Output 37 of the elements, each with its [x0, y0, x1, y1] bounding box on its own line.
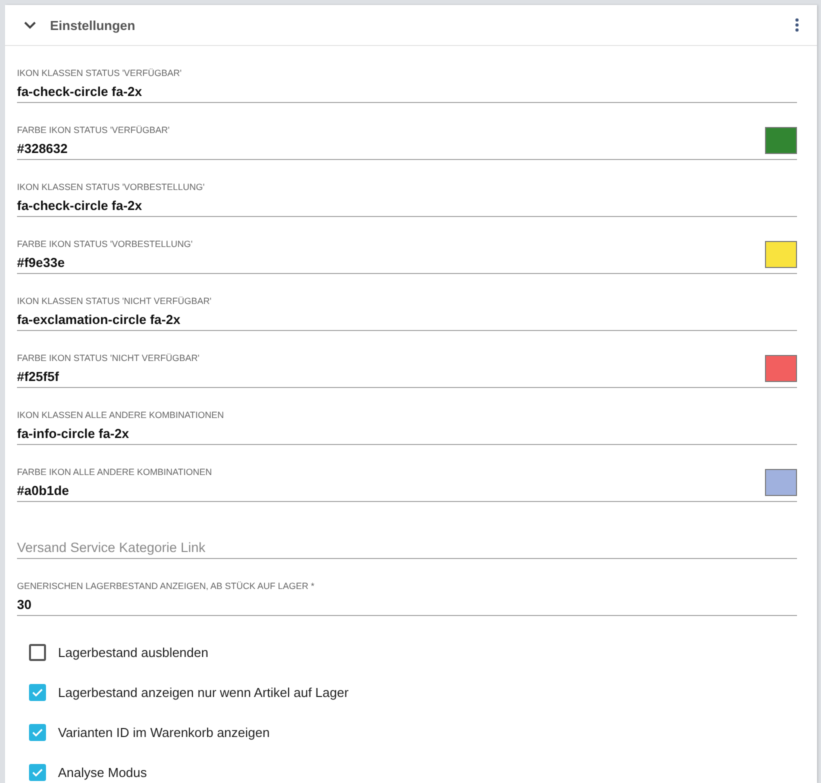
more-icon[interactable] [795, 18, 799, 32]
check-icon [32, 768, 43, 776]
text-field[interactable]: #328632 [17, 137, 765, 159]
checkbox[interactable] [29, 684, 46, 700]
chevron-icon[interactable] [24, 21, 36, 29]
checkbox[interactable] [29, 644, 46, 660]
color-swatch[interactable] [765, 241, 797, 268]
field-label: GENERISCHEN LAGERBESTAND ANZEIGEN, AB STÜCK AUF LAGER * [17, 580, 316, 592]
checkbox-label[interactable]: Varianten ID im Warenkorb anzeigen [58, 724, 270, 740]
check-icon [32, 688, 43, 696]
color-swatch[interactable] [765, 355, 797, 382]
checkbox[interactable] [29, 724, 46, 740]
text-field[interactable]: #a0b1de [17, 479, 765, 501]
field-label: FARBE IKON ALLE ANDERE KOMBINATIONEN [17, 466, 213, 478]
text-field[interactable]: fa-info-circle fa-2x [17, 422, 797, 444]
text-field[interactable]: Versand Service Kategorie Link [17, 536, 797, 558]
text-field[interactable]: fa-check-circle fa-2x [17, 80, 797, 102]
checkbox-label[interactable]: Lagerbestand ausblenden [58, 644, 208, 660]
checkbox-label[interactable]: Analyse Modus [58, 764, 147, 780]
color-swatch[interactable] [765, 127, 797, 154]
checkbox-label[interactable]: Lagerbestand anzeigen nur wenn Artikel auf Lager [58, 684, 349, 700]
text-field[interactable]: fa-check-circle fa-2x [17, 194, 797, 216]
field-label: FARBE IKON STATUS 'NICHT VERFÜGBAR' [17, 352, 200, 364]
check-icon [32, 728, 43, 736]
field-label: IKON KLASSEN ALLE ANDERE KOMBINATIONEN [17, 409, 225, 421]
text-field[interactable]: #f25f5f [17, 365, 765, 387]
color-swatch[interactable] [765, 469, 797, 496]
field-label: FARBE IKON STATUS 'VERFÜGBAR' [17, 124, 171, 136]
panel-title: Einstellungen [50, 18, 136, 32]
checkbox[interactable] [29, 764, 46, 780]
text-field[interactable]: 30 [17, 593, 797, 615]
field-label: IKON KLASSEN STATUS 'VERFÜGBAR' [17, 67, 183, 79]
field-label: FARBE IKON STATUS 'VORBESTELLUNG' [17, 238, 194, 250]
text-field[interactable]: fa-exclamation-circle fa-2x [17, 308, 797, 330]
field-label: IKON KLASSEN STATUS 'VORBESTELLUNG' [17, 181, 206, 193]
text-field[interactable]: #f9e33e [17, 251, 765, 273]
field-label: IKON KLASSEN STATUS 'NICHT VERFÜGBAR' [17, 295, 212, 307]
